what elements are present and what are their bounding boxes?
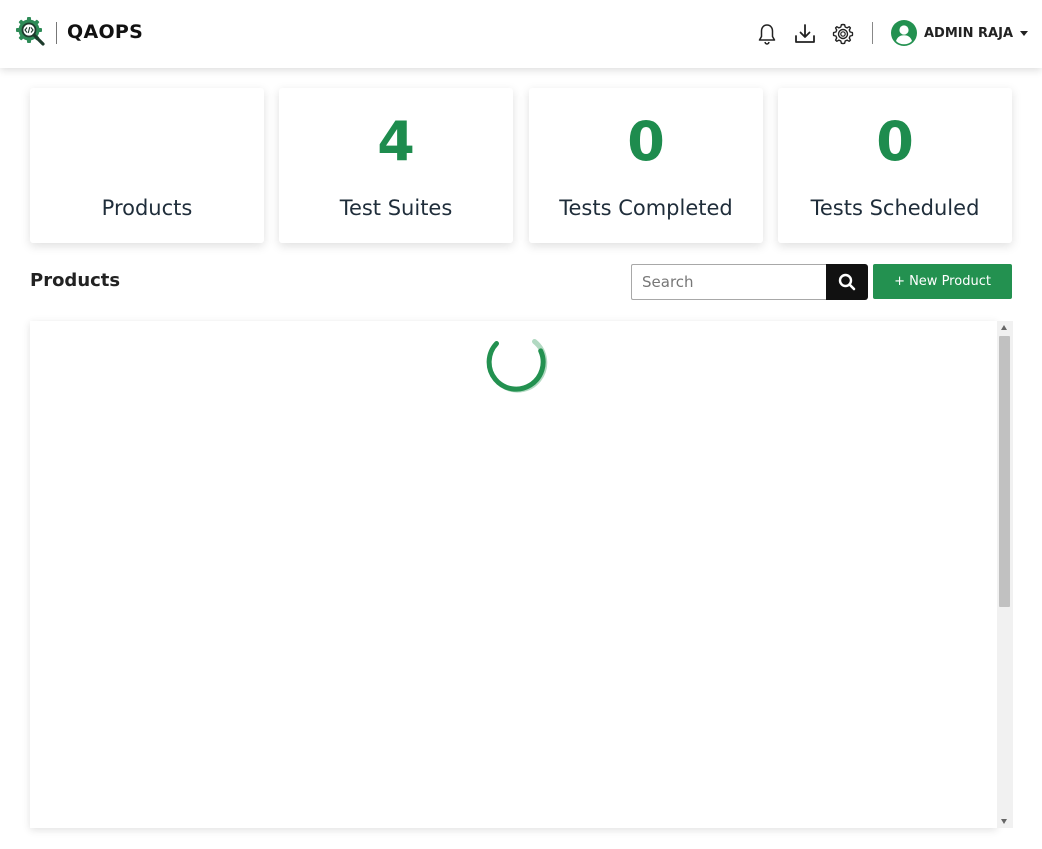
loading-spinner-icon xyxy=(486,339,548,393)
stat-value: 4 xyxy=(377,110,415,173)
products-list-panel xyxy=(30,321,997,828)
new-product-button[interactable]: + New Product xyxy=(873,264,1012,299)
download-icon[interactable] xyxy=(793,22,817,46)
stat-card-test-suites[interactable]: 4 Test Suites xyxy=(279,88,513,243)
top-navbar: QAOPS ADMIN RAJA xyxy=(0,0,1042,68)
user-avatar-icon xyxy=(891,20,917,46)
stat-card-products[interactable]: Products xyxy=(30,88,264,243)
stat-card-tests-scheduled[interactable]: 0 Tests Scheduled xyxy=(778,88,1012,243)
scroll-thumb[interactable] xyxy=(999,336,1010,607)
stat-label: Test Suites xyxy=(339,196,453,220)
scroll-up-arrow-icon[interactable] xyxy=(1001,325,1007,330)
stat-value: 0 xyxy=(627,110,665,173)
stat-label: Products xyxy=(101,196,193,220)
scroll-down-arrow-icon[interactable] xyxy=(1001,819,1007,824)
search-input[interactable] xyxy=(631,264,827,300)
scrollbar[interactable] xyxy=(997,321,1013,828)
search-icon xyxy=(838,273,856,291)
stat-value: 0 xyxy=(876,110,914,173)
chevron-down-icon xyxy=(1020,30,1029,36)
logo-icon[interactable] xyxy=(15,16,47,48)
products-section-title: Products xyxy=(30,270,121,291)
search-button[interactable] xyxy=(826,264,868,300)
brand-name[interactable]: QAOPS xyxy=(67,21,143,43)
bell-icon[interactable] xyxy=(755,22,779,46)
header-divider xyxy=(872,22,873,44)
gear-icon[interactable] xyxy=(831,22,855,46)
stat-label: Tests Scheduled xyxy=(810,196,980,220)
logo-divider xyxy=(56,22,57,44)
user-name: ADMIN RAJA xyxy=(924,25,1014,41)
stat-card-tests-completed[interactable]: 0 Tests Completed xyxy=(529,88,763,243)
user-menu[interactable]: ADMIN RAJA xyxy=(890,19,1029,47)
stat-label: Tests Completed xyxy=(559,196,733,220)
